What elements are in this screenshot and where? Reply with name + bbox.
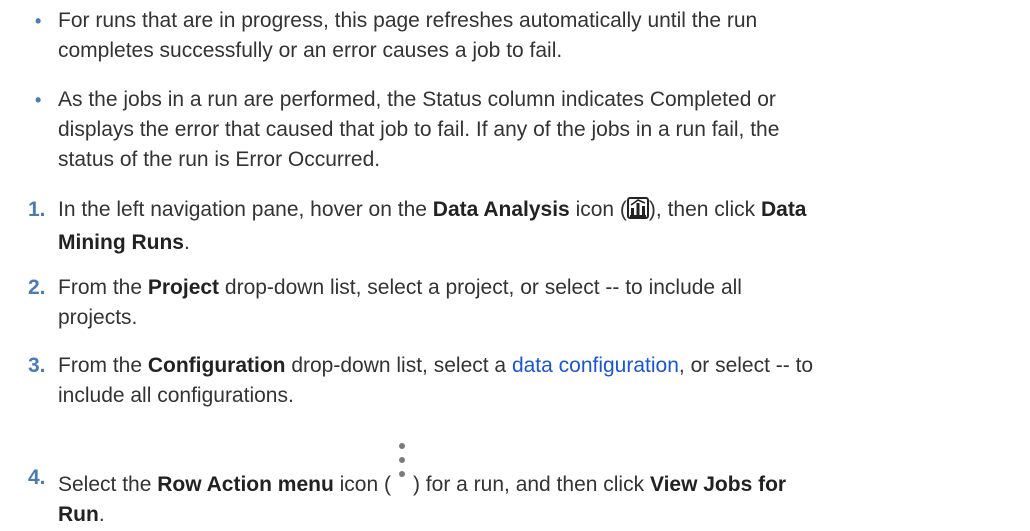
step-text-segment: . <box>183 231 190 254</box>
project-label: Project <box>147 276 220 299</box>
bullet-line: status of the run is Error Occurred. <box>58 148 381 171</box>
step-text-segment: icon ( <box>333 473 391 496</box>
step-text-segment: From the <box>58 276 148 299</box>
step-number: 2. <box>28 276 46 299</box>
step-text: From the Configuration drop-down list, s… <box>58 351 1008 411</box>
step-text-segment: icon ( <box>569 198 627 221</box>
data-analysis-label: Data Analysis <box>432 198 570 221</box>
bullet-line: displays the error that caused that job … <box>58 118 780 141</box>
step-text: Select the Row Action menu icon ( ) for a… <box>58 435 1008 530</box>
view-jobs-for-run-label-cont: Run <box>58 503 99 526</box>
step-number: 3. <box>28 354 46 377</box>
step-text-segment: ), then click <box>648 198 761 221</box>
data-configuration-link[interactable]: data configuration <box>512 354 679 377</box>
step-text-segment: drop-down list, select a project, or sel… <box>219 276 742 299</box>
data-analysis-icon <box>626 197 649 228</box>
step-text-segment: drop-down list, select a <box>285 354 512 377</box>
step-number: 4. <box>28 466 46 489</box>
view-jobs-for-run-label: View Jobs for <box>649 473 787 496</box>
step-text-segment: From the <box>58 354 148 377</box>
step-text-segment: projects. <box>58 306 138 329</box>
row-action-menu-label: Row Action menu <box>157 473 334 496</box>
configuration-label: Configuration <box>147 354 286 377</box>
bullet-marker: • <box>35 11 42 31</box>
step-text-segment: ) for a run, and then click <box>412 473 650 496</box>
step-text: From the Project drop-down list, select … <box>58 273 1008 333</box>
bullet-text: For runs that are in progress, this page… <box>58 6 1008 66</box>
step-text-segment: include all configurations. <box>58 384 294 407</box>
data-mining-runs-label-cont: Mining Runs <box>58 231 184 254</box>
bullet-marker: • <box>35 90 42 110</box>
bullet-line: completes successfully or an error cause… <box>58 39 563 62</box>
step-text: In the left navigation pane, hover on th… <box>58 195 1008 258</box>
document-page: • For runs that are in progress, this pa… <box>0 0 1030 531</box>
step-text-segment: . <box>98 503 105 526</box>
bullet-line: For runs that are in progress, this page… <box>58 9 758 32</box>
step-text-segment: , or select -- to <box>678 354 814 377</box>
step-number: 1. <box>28 198 46 221</box>
bullet-line: As the jobs in a run are performed, the … <box>58 88 776 111</box>
bullet-text: As the jobs in a run are performed, the … <box>58 85 1008 175</box>
data-mining-runs-label: Data <box>760 198 807 221</box>
step-text-segment: In the left navigation pane, hover on th… <box>58 198 433 221</box>
kebab-menu-icon <box>390 435 413 493</box>
step-text-segment: Select the <box>58 473 158 496</box>
